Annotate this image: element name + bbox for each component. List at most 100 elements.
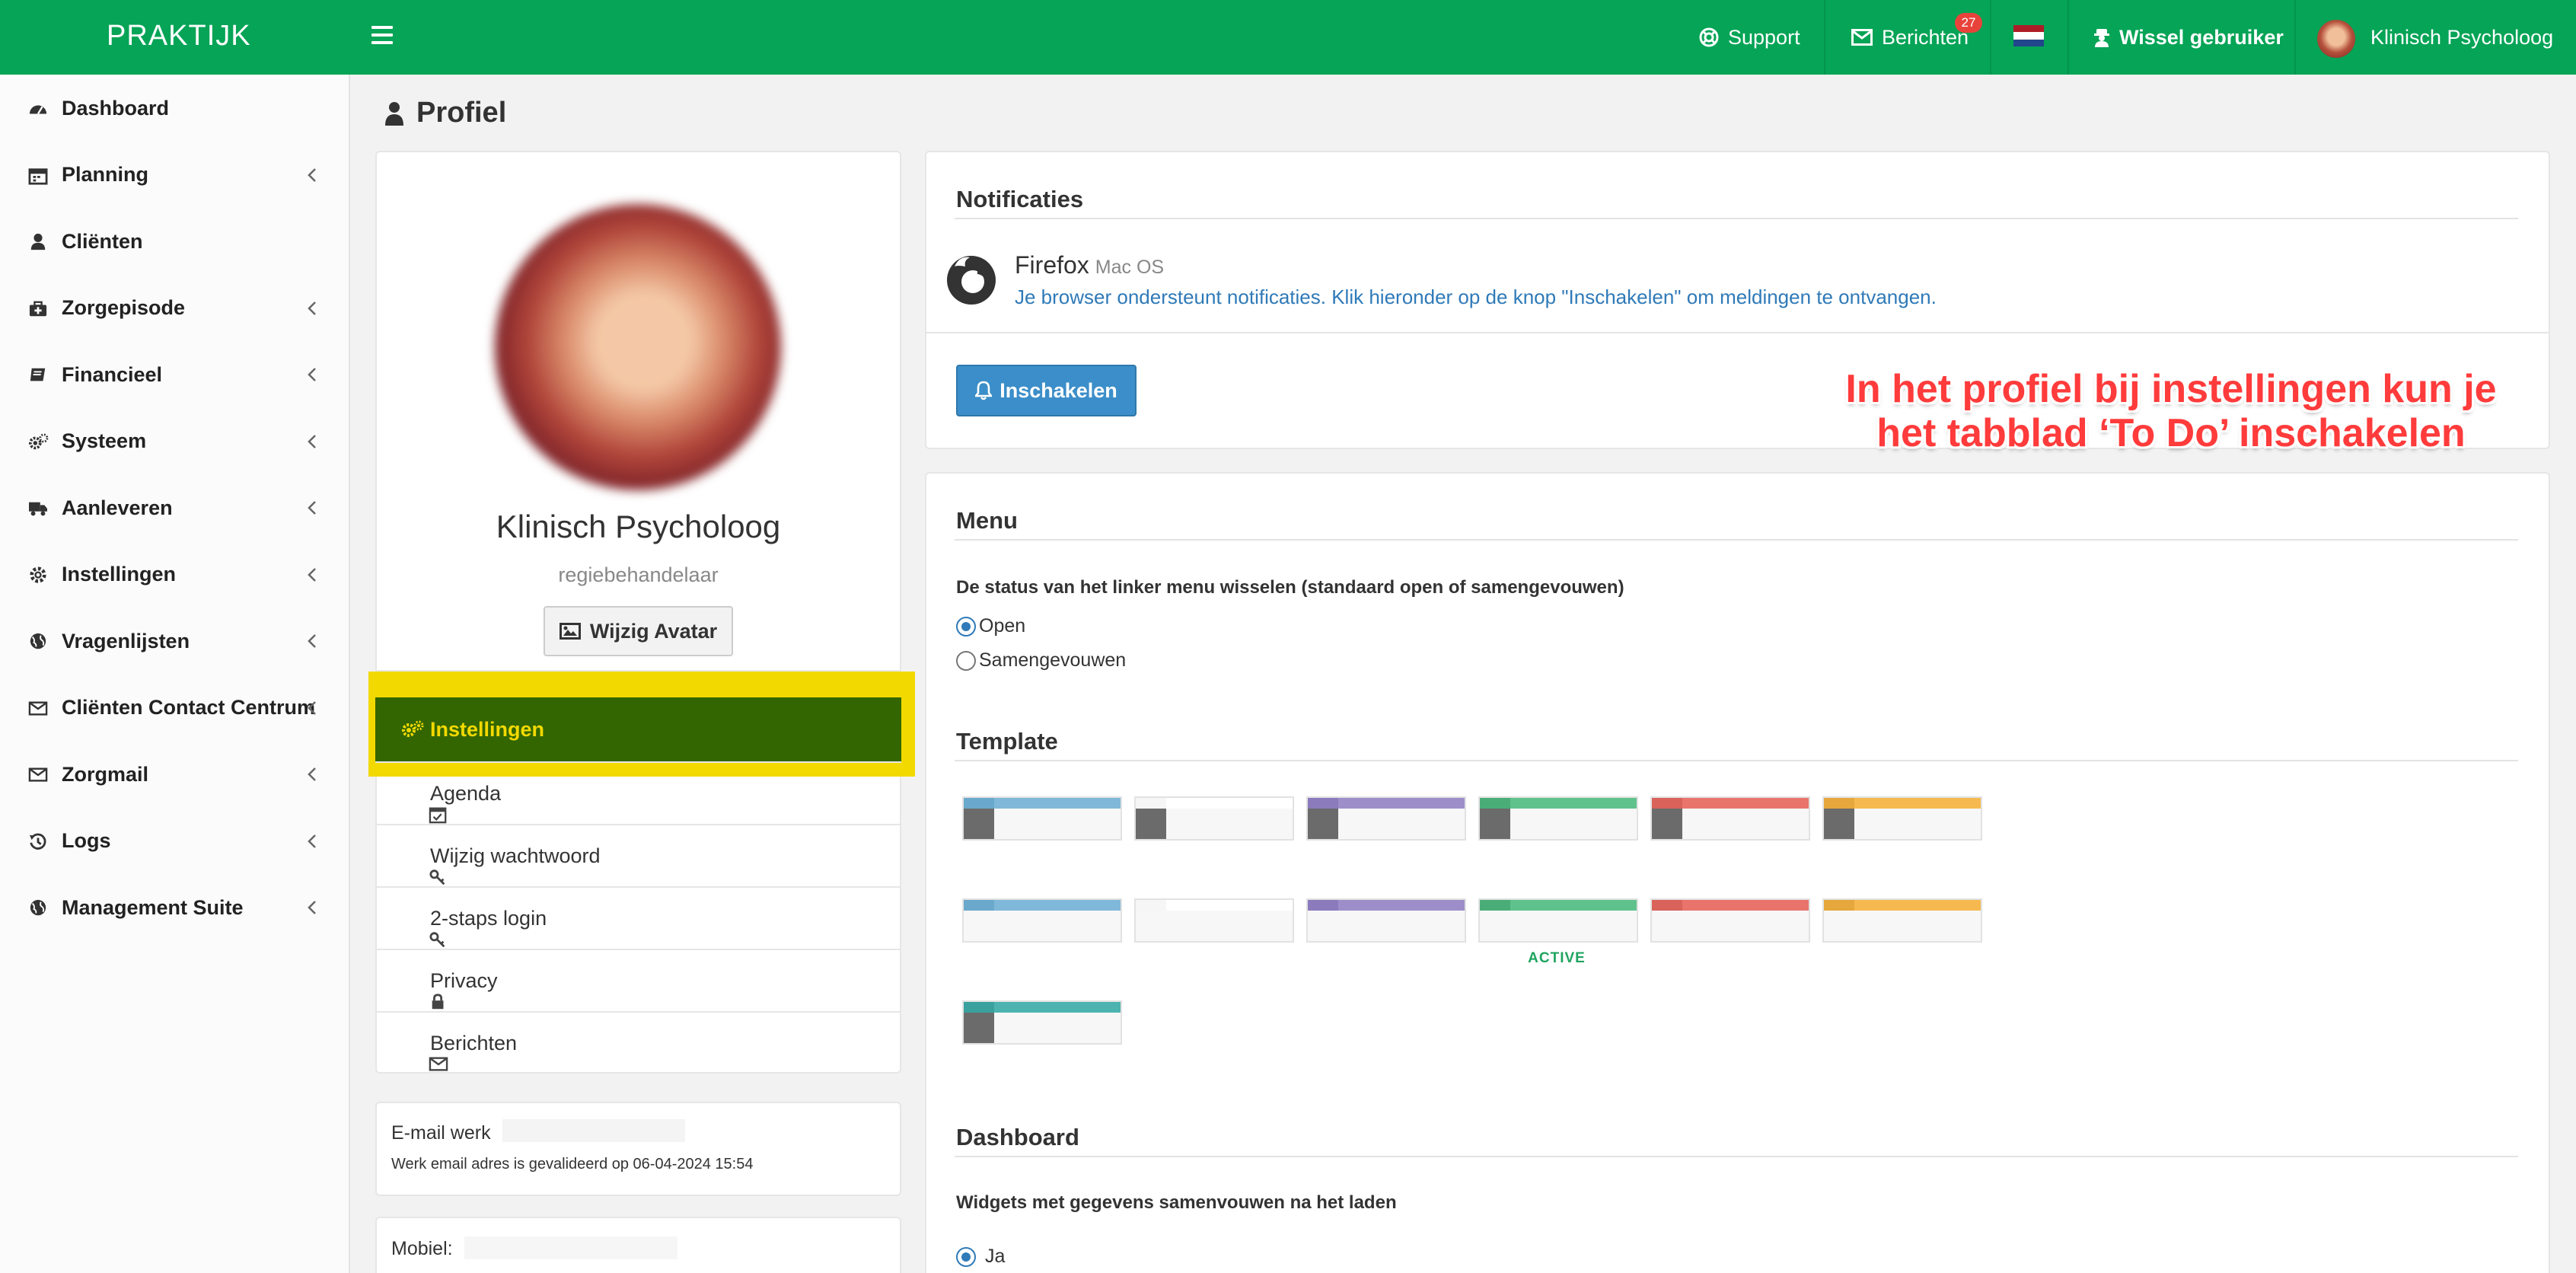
radio-samengevouwen[interactable] [956, 650, 976, 671]
template-sidebar [964, 1013, 994, 1043]
template-option-1[interactable] [962, 796, 1122, 841]
notifications-message: Je browser ondersteunt notificaties. Kli… [1015, 286, 1937, 308]
template-header-left [964, 1002, 994, 1013]
template-sidebar [1480, 809, 1510, 839]
template-option-7[interactable] [962, 898, 1122, 943]
envelope-icon [27, 766, 49, 784]
profile-menu-instellingen[interactable]: Instellingen [375, 697, 901, 761]
envelope-icon [1851, 29, 1873, 46]
sidebar-item-planning[interactable]: Planning [0, 145, 349, 206]
menu-option-samengevouwen[interactable]: Samengevouwen [956, 649, 1126, 672]
dashboard-option-ja[interactable]: Ja [956, 1246, 1005, 1268]
brand-logo[interactable]: PRAKTIJK [107, 20, 251, 53]
template-body [994, 911, 1121, 941]
flag-stripe-white [2013, 32, 2044, 40]
profile-menu-privacy[interactable]: Privacy [375, 949, 901, 1011]
email-work-label: E-mail werk [391, 1122, 491, 1144]
chevron-left-icon [308, 434, 317, 449]
image-icon [559, 623, 581, 640]
template-option-4[interactable] [1478, 796, 1638, 841]
template-header-left [1824, 900, 1854, 911]
switch-user-label: Wissel gebruiker [2119, 25, 2284, 49]
template-option-11[interactable] [1650, 898, 1810, 943]
sidebar-item-vragenlijsten[interactable]: Vragenlijsten [0, 611, 349, 672]
sidebar-item-instellingen[interactable]: Instellingen [0, 544, 349, 605]
browser-name: Firefox Mac OS [1015, 251, 1164, 279]
profile-menu-berichten[interactable]: Berichten [375, 1011, 901, 1074]
hamburger-menu-icon[interactable] [371, 26, 393, 46]
sidebar-item-label: Financieel [62, 362, 163, 386]
profile-menu-wijzig-wachtwoord[interactable]: Wijzig wachtwoord [375, 824, 901, 886]
book-icon [27, 366, 49, 384]
language-flag-nl-icon[interactable] [2013, 25, 2044, 46]
browser-os: Mac OS [1095, 257, 1165, 278]
template-sidebar [1308, 911, 1338, 941]
profile-menu-agenda[interactable]: Agenda [375, 761, 901, 824]
sidebar-item-logs[interactable]: Logs [0, 811, 349, 872]
calendar-icon [27, 167, 49, 185]
change-avatar-button[interactable]: Wijzig Avatar [544, 606, 733, 656]
truck-icon [27, 499, 49, 518]
template-body [1682, 911, 1809, 941]
support-label: Support [1728, 25, 1800, 49]
sidebar-item-systeem[interactable]: Systeem [0, 411, 349, 472]
sidebar-item-label: Cliënten [62, 229, 143, 253]
tachometer-icon [27, 100, 49, 118]
cogs-icon [27, 432, 49, 451]
template-sidebar [1652, 911, 1682, 941]
template-body [1682, 809, 1809, 839]
sidebar-item-label: Instellingen [62, 563, 177, 585]
template-option-3[interactable] [1306, 796, 1466, 841]
sidebar-item-label: Zorgmail [62, 762, 149, 786]
support-link[interactable]: Support [1699, 0, 1800, 75]
sidebar-item-aanleveren[interactable]: Aanleveren [0, 477, 349, 538]
chevron-left-icon [308, 367, 317, 382]
sidebar-item-management-suite[interactable]: Management Suite [0, 877, 349, 938]
menu-option-open[interactable]: Open [956, 615, 1025, 637]
chevron-left-icon [308, 767, 317, 782]
template-option-13[interactable] [962, 1000, 1122, 1045]
switch-user-link[interactable]: Wissel gebruiker [2093, 0, 2284, 75]
template-body [1854, 809, 1981, 839]
globe-icon [27, 633, 49, 651]
profile-avatar-image [495, 204, 781, 490]
messages-count-badge: 27 [1955, 13, 1982, 33]
radio-open-label: Open [979, 615, 1026, 636]
radio-open[interactable] [956, 616, 976, 636]
template-option-2[interactable] [1134, 796, 1294, 841]
user-menu-name[interactable]: Klinisch Psycholoog [2370, 0, 2553, 75]
sidebar-item-dashboard[interactable]: Dashboard [0, 78, 349, 139]
template-section-title: Template [956, 728, 1058, 755]
sidebar-item-clienten[interactable]: Cliënten [0, 211, 349, 272]
enable-notifications-button[interactable]: Inschakelen [956, 365, 1137, 416]
template-option-8[interactable] [1134, 898, 1294, 943]
sidebar-item-zorgepisode[interactable]: Zorgepisode [0, 278, 349, 339]
navbar-divider [2067, 0, 2069, 75]
mobile-value-redacted [464, 1236, 677, 1259]
sidebar-item-clienten-contact-centrum[interactable]: Cliënten Contact Centrum [0, 678, 349, 739]
template-option-9[interactable] [1306, 898, 1466, 943]
template-header-left [1652, 798, 1682, 809]
sidebar-item-zorgmail[interactable]: Zorgmail [0, 744, 349, 805]
instruction-annotation: In het profiel bij instellingen kun je h… [1828, 367, 2514, 455]
template-option-10[interactable] [1478, 898, 1638, 943]
template-option-12[interactable] [1822, 898, 1982, 943]
radio-ja[interactable] [956, 1246, 976, 1267]
menu-section-title: Menu [956, 507, 1018, 534]
chevron-left-icon [308, 834, 317, 849]
email-card [375, 1102, 901, 1196]
user-avatar[interactable] [2317, 20, 2355, 58]
flag-stripe-blue [2013, 39, 2044, 46]
sidebar-item-financieel[interactable]: Financieel [0, 344, 349, 405]
dashboard-widgets-question: Widgets met gegevens samenvouwen na het … [956, 1192, 1397, 1213]
profile-menu-label: Wijzig wachtwoord [430, 844, 601, 867]
template-option-6[interactable] [1822, 796, 1982, 841]
messages-link[interactable]: Berichten [1851, 0, 1969, 75]
messages-label: Berichten [1882, 25, 1969, 49]
template-option-5[interactable] [1650, 796, 1810, 841]
chevron-left-icon [308, 700, 317, 716]
profile-menu-2-staps-login[interactable]: 2-staps login [375, 886, 901, 949]
profile-role: regiebehandelaar [558, 563, 719, 586]
profile-menu-label: Berichten [430, 1031, 518, 1054]
sidebar-item-label: Aanleveren [62, 496, 173, 519]
